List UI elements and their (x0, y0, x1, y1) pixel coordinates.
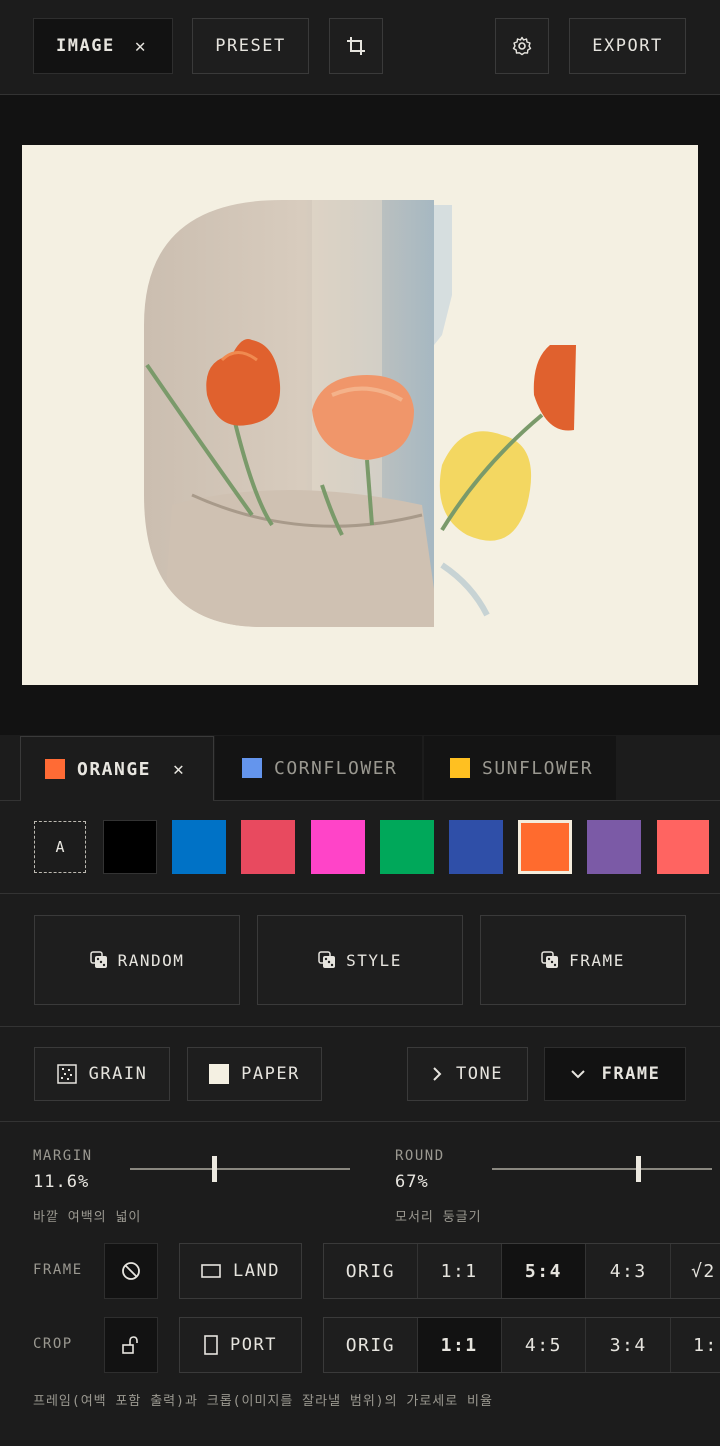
color-swatch[interactable] (449, 820, 503, 874)
orange-swatch-icon (45, 759, 65, 779)
color-swatch[interactable] (380, 820, 434, 874)
crop-ratio-1-1[interactable]: 1:1 (417, 1318, 502, 1372)
crop-ratio-selector[interactable]: ORIG 1:1 4:5 3:4 1: (323, 1317, 720, 1373)
portrait-icon (204, 1335, 218, 1355)
paper-canvas (22, 145, 698, 685)
auto-color-button[interactable]: A (34, 821, 86, 873)
tab-orange-label: ORANGE (77, 758, 152, 780)
tab-cornflower-label: CORNFLOWER (274, 757, 398, 779)
grain-icon (56, 1064, 77, 1084)
round-value: 67% (395, 1172, 429, 1192)
color-swatch-selected[interactable] (518, 820, 572, 874)
frame-ratio-1-1[interactable]: 1:1 (418, 1244, 502, 1298)
frame-random-label: FRAME (569, 950, 625, 970)
style-button[interactable]: STYLE (257, 915, 463, 1005)
frame-ratio-5-4[interactable]: 5:4 (501, 1244, 587, 1298)
crop-tool-button[interactable] (329, 18, 383, 74)
round-label: ROUND (395, 1148, 445, 1164)
frame-ratio-sqrt2[interactable]: √2 (671, 1244, 720, 1298)
color-swatch[interactable] (241, 820, 295, 874)
margin-description: 바깥 여백의 넓이 (33, 1210, 142, 1225)
export-label: EXPORT (592, 36, 663, 56)
style-label: STYLE (346, 950, 402, 970)
crop-ratio-orig[interactable]: ORIG (324, 1318, 418, 1372)
crop-ratio-4-5[interactable]: 4:5 (502, 1318, 587, 1372)
color-swatch[interactable] (587, 820, 641, 874)
frame-none-button[interactable] (104, 1243, 158, 1299)
color-swatch[interactable] (103, 820, 157, 874)
frame-toggle-label: FRAME (601, 1064, 661, 1084)
frame-ratio-4-3[interactable]: 4:3 (586, 1244, 672, 1298)
margin-slider-thumb[interactable] (212, 1156, 217, 1182)
chevron-down-icon (570, 1069, 586, 1079)
paper-label: PAPER (241, 1064, 300, 1084)
dice-icon (318, 951, 336, 969)
preset-label: PRESET (215, 36, 286, 56)
crop-orientation-button[interactable]: PORT (179, 1317, 302, 1373)
crop-row-label: CROP (33, 1336, 73, 1352)
frame-random-button[interactable]: FRAME (480, 915, 686, 1005)
divider (0, 1121, 720, 1122)
dice-icon (89, 951, 108, 969)
crop-orientation-label: PORT (230, 1335, 277, 1355)
export-button[interactable]: EXPORT (569, 18, 686, 74)
tab-sunflower[interactable]: SUNFLOWER (424, 736, 616, 800)
unlock-icon (121, 1335, 141, 1355)
tab-orange[interactable]: ORANGE ✕ (20, 736, 214, 801)
crop-icon (346, 36, 366, 56)
dice-icon (541, 951, 559, 969)
settings-button[interactable] (495, 18, 549, 74)
tab-sunflower-label: SUNFLOWER (482, 757, 594, 779)
crop-ratio-3-4[interactable]: 3:4 (586, 1318, 672, 1372)
margin-label: MARGIN (33, 1148, 93, 1164)
frame-row-label: FRAME (33, 1262, 83, 1278)
crop-ratio-1-x[interactable]: 1: (671, 1318, 720, 1372)
ban-icon (121, 1261, 141, 1281)
image-tab-label: IMAGE (56, 36, 115, 56)
gear-icon (512, 36, 532, 56)
frame-orientation-button[interactable]: LAND (179, 1243, 302, 1299)
random-button[interactable]: RANDOM (34, 915, 240, 1005)
round-slider-track[interactable] (492, 1168, 712, 1170)
chevron-right-icon (432, 1066, 442, 1082)
random-label: RANDOM (117, 950, 185, 970)
tab-underline-gap (21, 800, 213, 801)
frame-ratio-orig[interactable]: ORIG (324, 1244, 418, 1298)
color-swatch[interactable] (172, 820, 226, 874)
color-swatch[interactable] (657, 820, 709, 874)
paper-icon (209, 1064, 230, 1084)
frame-orientation-label: LAND (233, 1261, 280, 1281)
sunflower-swatch-icon (450, 758, 470, 778)
auto-color-label: A (55, 838, 65, 856)
preset-button[interactable]: PRESET (192, 18, 309, 74)
tone-toggle[interactable]: TONE (407, 1047, 528, 1101)
cornflower-swatch-icon (242, 758, 262, 778)
close-icon[interactable]: ✕ (173, 759, 185, 780)
frame-toggle[interactable]: FRAME (544, 1047, 686, 1101)
close-icon[interactable]: ✕ (135, 36, 147, 57)
image-tab-button[interactable]: IMAGE ✕ (33, 18, 173, 74)
divider (0, 893, 720, 894)
landscape-icon (201, 1264, 221, 1278)
round-slider-thumb[interactable] (636, 1156, 641, 1182)
round-description: 모서리 둥글기 (395, 1210, 482, 1225)
crop-lock-button[interactable] (104, 1317, 158, 1373)
preview-area (0, 95, 720, 735)
margin-value: 11.6% (33, 1172, 90, 1192)
ratio-help-text: 프레임(여백 포함 출력)과 크롭(이미지를 잘라낼 범위)의 가로세로 비율 (33, 1394, 493, 1409)
paper-toggle[interactable]: PAPER (187, 1047, 322, 1101)
divider (0, 1026, 720, 1027)
photo-image (144, 200, 576, 627)
frame-ratio-selector[interactable]: ORIG 1:1 5:4 4:3 √2 (323, 1243, 720, 1299)
tab-cornflower[interactable]: CORNFLOWER (215, 736, 422, 800)
grain-label: GRAIN (88, 1064, 148, 1084)
color-swatch[interactable] (311, 820, 365, 874)
margin-slider-track[interactable] (130, 1168, 350, 1170)
grain-toggle[interactable]: GRAIN (34, 1047, 170, 1101)
tone-label: TONE (456, 1064, 503, 1084)
